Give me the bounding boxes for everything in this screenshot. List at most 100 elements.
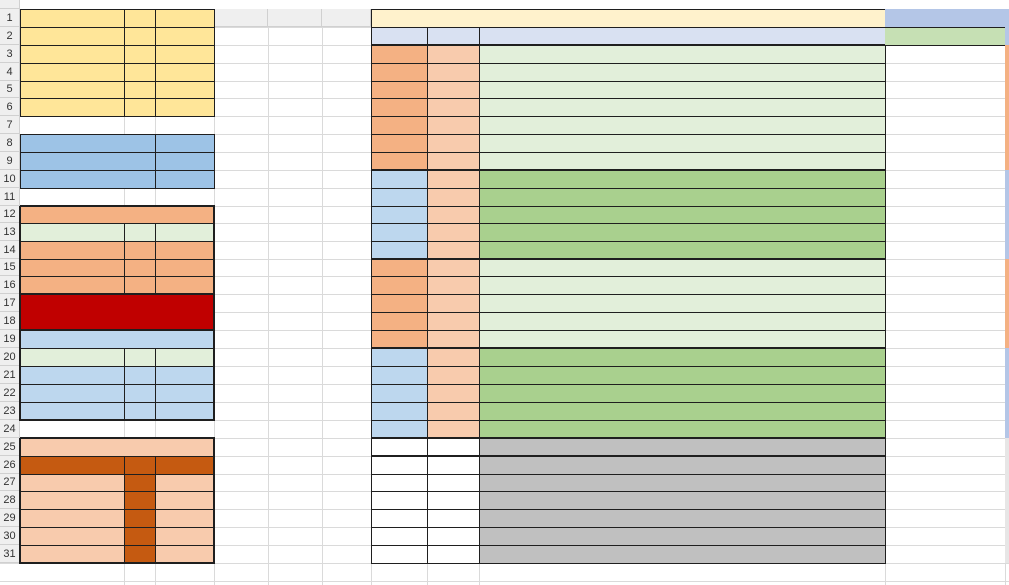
row-header-21[interactable]: 21 [0, 366, 20, 384]
column-k-cell[interactable] [1005, 116, 1009, 134]
itog-row-label[interactable] [371, 330, 427, 348]
row-header-17[interactable]: 17 [0, 294, 20, 312]
column-k-cell[interactable] [1005, 241, 1009, 259]
block3-row-number[interactable] [124, 545, 155, 563]
row-header-26[interactable]: 26 [0, 456, 20, 474]
column-k-cell[interactable] [1005, 206, 1009, 223]
column-header-d[interactable] [214, 9, 268, 27]
itog-row-label[interactable] [371, 170, 427, 188]
itog-row-label[interactable] [371, 241, 427, 259]
itog-row-label[interactable] [371, 223, 427, 241]
empty-yellow-cell[interactable] [124, 98, 214, 116]
itog-row-number[interactable] [427, 348, 479, 366]
column-k-cell[interactable] [1005, 384, 1009, 402]
row-header-7[interactable]: 7 [0, 116, 20, 134]
itog-row-meaning[interactable] [479, 241, 885, 259]
block3-row-meaning[interactable] [155, 491, 214, 509]
block2-row-number[interactable] [124, 384, 155, 402]
block3-row-number[interactable] [124, 527, 155, 545]
row-header-19[interactable]: 19 [0, 330, 20, 348]
itog-row-label[interactable] [371, 474, 427, 491]
block2-row-meaning[interactable] [155, 384, 214, 402]
itog-row-number[interactable] [427, 188, 479, 206]
column-k-cell[interactable] [1005, 81, 1009, 98]
block2-row-number[interactable] [124, 402, 155, 420]
itog-row-meaning[interactable] [479, 170, 885, 188]
itog-row-meaning[interactable] [479, 98, 885, 116]
itog-row-number[interactable] [427, 152, 479, 170]
itog-row-meaning[interactable] [479, 206, 885, 223]
column-k-cell[interactable] [1005, 152, 1009, 170]
itog-row-meaning[interactable] [479, 384, 885, 402]
block3-row-meaning[interactable] [155, 474, 214, 491]
column-k-cell[interactable] [1005, 545, 1009, 563]
empty-yellow-cell[interactable] [20, 45, 124, 63]
itog-row-number[interactable] [427, 438, 479, 456]
column-k-cell[interactable] [1005, 45, 1009, 63]
column-k-cell[interactable] [1005, 188, 1009, 206]
itog-row-meaning[interactable] [479, 45, 885, 63]
block3-row-number[interactable] [124, 491, 155, 509]
column-k-cell[interactable] [1005, 9, 1009, 27]
itog-row-label[interactable] [371, 456, 427, 474]
itog-row-label[interactable] [371, 188, 427, 206]
itog-row-label[interactable] [371, 438, 427, 456]
column-k-cell[interactable] [1005, 420, 1009, 438]
itog-row-number[interactable] [427, 330, 479, 348]
itog-row-meaning[interactable] [479, 276, 885, 294]
itog-row-label[interactable] [371, 98, 427, 116]
row-header-3[interactable]: 3 [0, 45, 20, 63]
itog-row-number[interactable] [427, 259, 479, 276]
row-header-27[interactable]: 27 [0, 474, 20, 491]
itog-row-meaning[interactable] [479, 294, 885, 312]
fio-value[interactable] [885, 27, 1005, 45]
empty-yellow-cell[interactable] [20, 98, 124, 116]
itog-row-label[interactable] [371, 348, 427, 366]
itog-row-meaning[interactable] [479, 545, 885, 563]
itog-row-number[interactable] [427, 63, 479, 81]
itog-row-label[interactable] [371, 491, 427, 509]
itog-row-label[interactable] [371, 527, 427, 545]
block3-row-meaning[interactable] [155, 509, 214, 527]
column-header-e[interactable] [268, 9, 322, 27]
column-k-cell[interactable] [1005, 63, 1009, 81]
column-k-cell[interactable] [1005, 259, 1009, 276]
itog-row-label[interactable] [371, 312, 427, 330]
block3-row-meaning[interactable] [155, 527, 214, 545]
itog-row-meaning[interactable] [479, 152, 885, 170]
block3-row-label[interactable] [20, 491, 124, 509]
itog-row-meaning[interactable] [479, 134, 885, 152]
block2-row-number[interactable] [124, 366, 155, 384]
itog-row-label[interactable] [371, 152, 427, 170]
column-k-cell[interactable] [1005, 312, 1009, 330]
itog-row-meaning[interactable] [479, 456, 885, 474]
itog-row-number[interactable] [427, 420, 479, 438]
block2-row-label[interactable] [20, 402, 124, 420]
column-k-cell[interactable] [1005, 366, 1009, 384]
block3-row-label[interactable] [20, 509, 124, 527]
row-header-23[interactable]: 23 [0, 402, 20, 420]
itog-row-number[interactable] [427, 366, 479, 384]
column-k-cell[interactable] [1005, 98, 1009, 116]
empty-blue-cell[interactable] [20, 170, 155, 188]
itog-row-number[interactable] [427, 545, 479, 563]
itog-row-label[interactable] [371, 206, 427, 223]
empty-yellow-cell[interactable] [124, 63, 214, 81]
itog-row-number[interactable] [427, 134, 479, 152]
itog-row-meaning[interactable] [479, 348, 885, 366]
column-k-cell[interactable] [1005, 27, 1009, 45]
itog-row-label[interactable] [371, 294, 427, 312]
itog-row-number[interactable] [427, 491, 479, 509]
itog-row-meaning[interactable] [479, 527, 885, 545]
block2-row-meaning[interactable] [155, 402, 214, 420]
itog-row-number[interactable] [427, 206, 479, 223]
empty-yellow-cell[interactable] [124, 45, 214, 63]
itog-row-label[interactable] [371, 384, 427, 402]
column-k-cell[interactable] [1005, 348, 1009, 366]
column-k-cell[interactable] [1005, 134, 1009, 152]
itog-row-meaning[interactable] [479, 474, 885, 491]
column-k-cell[interactable] [1005, 456, 1009, 474]
block3-row-label[interactable] [20, 527, 124, 545]
column-header-f[interactable] [322, 9, 371, 27]
block1-row-label[interactable] [20, 241, 124, 259]
